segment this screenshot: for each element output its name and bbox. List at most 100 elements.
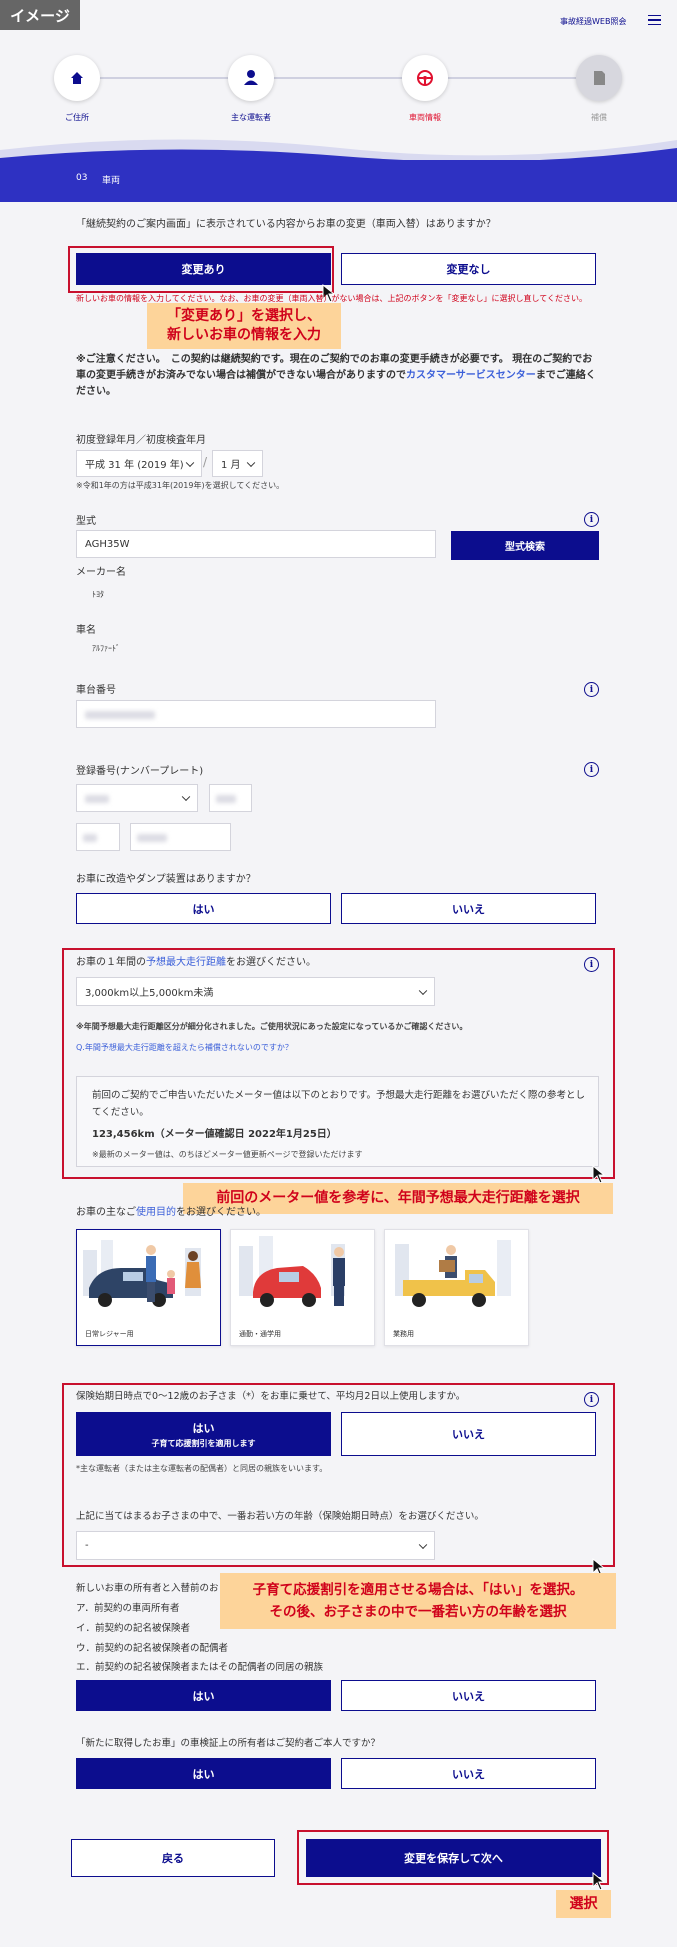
- child-age-question: 上記に当てはまるお子さまの中で、一番お若い方の年齢（保険始期日時点）をお選びくだ…: [76, 1511, 484, 1522]
- step-1: [54, 55, 100, 101]
- document-icon: [594, 71, 605, 85]
- usage-q-post: をお選びください。: [176, 1207, 266, 1218]
- callout-change-line1: 「変更あり」を選択し、: [167, 308, 321, 324]
- month-value: 1 月: [221, 460, 241, 471]
- mileage-q-post: をお選びください。: [226, 957, 316, 968]
- business-illustration: [395, 1240, 511, 1307]
- registration-note: ※令和1年の方は平成31年(2019年)を選択してください。: [76, 481, 285, 490]
- plate-class-input[interactable]: [209, 784, 252, 812]
- model-value: AGH35W: [85, 538, 130, 550]
- model-label: 型式: [76, 516, 96, 527]
- usage-label: 日常レジャー用: [85, 1330, 134, 1338]
- commute-illustration: [239, 1236, 345, 1307]
- mileage-select[interactable]: 3,000km以上5,000km未満: [76, 977, 435, 1006]
- child-yes-label: はい: [192, 1421, 215, 1435]
- model-search-button[interactable]: 型式検索: [451, 531, 599, 560]
- chassis-label: 車台番号: [76, 685, 116, 696]
- callout-change-line2: 新しいお車の情報を入力: [167, 327, 321, 343]
- plate-kana-input[interactable]: [76, 823, 120, 851]
- owner-yes-button[interactable]: はい: [76, 1680, 331, 1711]
- blurred-value: [85, 711, 155, 719]
- year-value: 平成 31 年 (2019 年): [85, 460, 184, 471]
- step-2: [228, 55, 274, 101]
- child-age-value: -: [85, 1540, 89, 1551]
- callout-child-line2: その後、お子さまの中で一番若い方の年齢を選択: [269, 1604, 567, 1620]
- child-yes-button[interactable]: はい 子育て応援割引を適用します: [76, 1412, 331, 1456]
- child-age-select[interactable]: -: [76, 1531, 435, 1560]
- info-icon[interactable]: i: [584, 957, 599, 972]
- registration-label: 初度登録年月／初度検査年月: [76, 435, 206, 446]
- info-icon[interactable]: i: [584, 682, 599, 697]
- mileage-link[interactable]: 予想最大走行距離: [146, 957, 226, 968]
- change-no-button[interactable]: 変更なし: [341, 253, 596, 285]
- callout-child: 子育て応援割引を適用させる場合は、「はい」を選択。 その後、お子さまの中で一番若…: [220, 1573, 616, 1629]
- save-next-button[interactable]: 変更を保存して次へ: [306, 1839, 601, 1877]
- info-icon[interactable]: i: [584, 1392, 599, 1407]
- modification-yes-button[interactable]: はい: [76, 893, 331, 924]
- new-car-question: 「新たに取得したお車」の車検証上の所有者はご契約者ご本人ですか？: [76, 1738, 381, 1749]
- mileage-q-pre: お車の１年間の: [76, 957, 146, 968]
- header: 事故経過WEB照会: [0, 0, 677, 46]
- new-car-yes-button[interactable]: はい: [76, 1758, 331, 1789]
- usage-question: お車の主なご使用目的をお選びください。: [76, 1206, 266, 1221]
- owner-item-1: ア．前契約の車両所有者: [76, 1603, 180, 1614]
- notice-text: ※ご注意ください。 この契約は継続契約です。現在のご契約でのお車の変更手続きが必…: [76, 352, 596, 400]
- step-4: [576, 55, 622, 101]
- blurred-value: [83, 834, 97, 842]
- plate-number-input[interactable]: [130, 823, 231, 851]
- modification-question: お車に改造やダンプ装置はありますか？: [76, 874, 256, 885]
- callout-change: 「変更あり」を選択し、 新しいお車の情報を入力: [147, 303, 341, 349]
- mileage-faq-link[interactable]: Q.年間予想最大走行距離を超えたら補償されないのですか？: [76, 1042, 293, 1053]
- owner-item-3: ウ．前契約の記名被保険者の配偶者: [76, 1643, 229, 1654]
- child-question: 保険始期日時点で0～12歳のお子さま（*）をお車に乗せて、平均月2日以上使用しま…: [76, 1391, 466, 1402]
- menu-icon[interactable]: [648, 15, 661, 25]
- chevron-down-icon: [185, 458, 195, 467]
- owner-no-button[interactable]: いいえ: [341, 1680, 596, 1711]
- meter-update-note: ※最新のメーター値は、のちほどメーター値更新ページで登録いただけます: [92, 1150, 363, 1159]
- modification-no-button[interactable]: いいえ: [341, 893, 596, 924]
- mileage-value: 3,000km以上5,000km未満: [85, 988, 214, 999]
- year-select[interactable]: 平成 31 年 (2019 年): [76, 450, 202, 477]
- owner-item-4: エ．前契約の記名被保険者またはその配偶者の同居の親族: [76, 1662, 324, 1673]
- meter-info-box: 前回のご契約でご申告いただいたメーター値は以下のとおりです。予想最大走行距離をお…: [76, 1076, 599, 1167]
- plate-label: 登録番号(ナンバープレート): [76, 766, 204, 777]
- usage-link[interactable]: 使用目的: [136, 1207, 176, 1218]
- blurred-value: [137, 834, 167, 842]
- model-input[interactable]: AGH35W: [76, 530, 436, 558]
- change-yes-button[interactable]: 変更あり: [76, 253, 331, 285]
- maker-label: メーカー名: [76, 567, 126, 578]
- q-change-text: 「継続契約のご案内画面」に表示されている内容からお車の変更（車両入替）はあります…: [76, 219, 496, 230]
- chevron-down-icon: [418, 1540, 428, 1549]
- usage-card-leisure[interactable]: 日常レジャー用: [76, 1229, 221, 1346]
- blurred-value: [216, 795, 236, 803]
- callout-child-line1: 子育て応援割引を適用させる場合は、「はい」を選択。: [252, 1582, 584, 1598]
- step-3-label: 車両情報: [409, 113, 441, 122]
- chevron-down-icon: [181, 792, 191, 802]
- customer-service-link[interactable]: カスタマーサービスセンター: [406, 370, 536, 381]
- section-number: 03: [76, 173, 88, 183]
- usage-card-business[interactable]: 業務用: [384, 1229, 529, 1346]
- date-separator: /: [203, 455, 208, 469]
- chassis-input[interactable]: [76, 700, 436, 728]
- header-link[interactable]: 事故経過WEB照会: [560, 16, 626, 27]
- child-note: *主な運転者（または主な運転者の配偶者）と同居の親族をいいます。: [76, 1464, 328, 1473]
- usage-q-pre: お車の主なご: [76, 1207, 136, 1218]
- page: イメージ 事故経過WEB照会 ご住所 主な運転者 車両情報 補償 03 車両 「…: [0, 0, 677, 1947]
- car-name-value: ｱﾙﾌｧｰﾄﾞ: [92, 644, 120, 653]
- mileage-note: ※年間予想最大走行距離区分が細分化されました。ご使用状況にあった設定になっている…: [76, 1022, 468, 1031]
- back-button[interactable]: 戻る: [71, 1839, 275, 1877]
- new-car-no-button[interactable]: いいえ: [341, 1758, 596, 1789]
- person-icon: [244, 70, 258, 85]
- info-icon[interactable]: i: [584, 762, 599, 777]
- plate-region-select[interactable]: [76, 784, 198, 812]
- info-icon[interactable]: i: [584, 512, 599, 527]
- usage-card-commute[interactable]: 通勤・通学用: [230, 1229, 375, 1346]
- blurred-value: [85, 795, 109, 803]
- child-no-button[interactable]: いいえ: [341, 1412, 596, 1456]
- meter-info-text: 前回のご契約でご申告いただいたメーター値は以下のとおりです。予想最大走行距離をお…: [92, 1090, 586, 1118]
- step-2-label: 主な運転者: [231, 113, 271, 122]
- step-line: [75, 77, 600, 79]
- callout-next: 選択: [556, 1890, 611, 1918]
- chevron-down-icon: [418, 986, 428, 995]
- month-select[interactable]: 1 月: [212, 450, 263, 477]
